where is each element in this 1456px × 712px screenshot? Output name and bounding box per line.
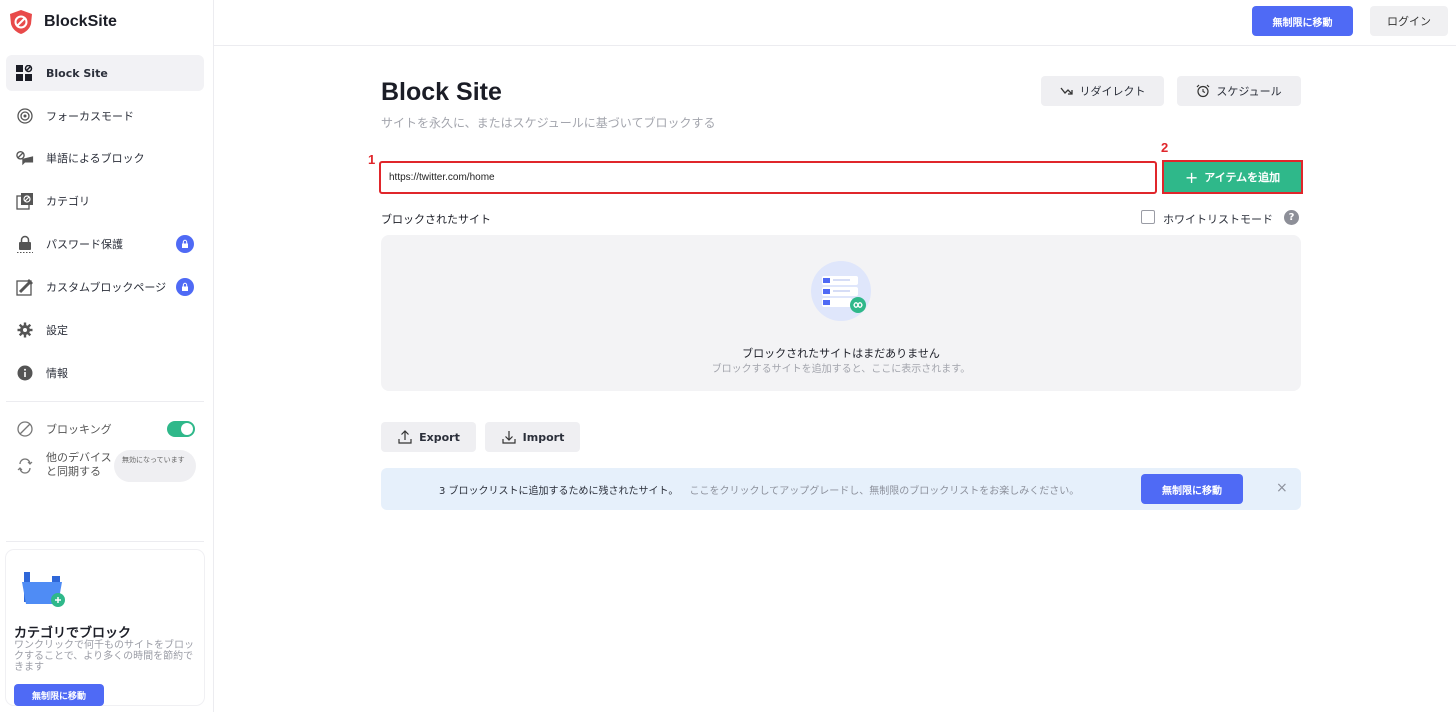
sidebar-divider <box>6 541 204 542</box>
download-icon <box>502 431 516 444</box>
redirect-label: リダイレクト <box>1079 85 1146 98</box>
sidebar-item-label: パスワード保護 <box>46 238 123 251</box>
redirect-arrow-icon <box>1059 87 1073 95</box>
sidebar-item-label: 設定 <box>46 324 68 337</box>
page-subtitle: サイトを永久に、またはスケジュールに基づいてブロックする <box>381 116 716 130</box>
redirect-button[interactable]: リダイレクト <box>1041 76 1164 106</box>
upgrade-button[interactable]: 無制限に移動 <box>1252 6 1353 36</box>
sidebar-divider <box>6 401 204 402</box>
help-icon[interactable]: ? <box>1284 210 1299 225</box>
empty-state-subtitle: ブロックするサイトを追加すると、ここに表示されます。 <box>711 364 971 375</box>
premium-lock-icon <box>176 278 194 296</box>
import-label: Import <box>522 430 565 444</box>
upgrade-banner: 3 ブロックリストに追加するために残されたサイト。 ここをクリックしてアップグレ… <box>381 468 1301 510</box>
sidebar-item-focus-mode[interactable]: フォーカスモード <box>6 98 204 134</box>
promo-upgrade-button[interactable]: 無制限に移動 <box>14 684 104 706</box>
schedule-button[interactable]: スケジュール <box>1177 76 1301 106</box>
sidebar-item-settings[interactable]: 設定 <box>6 312 204 348</box>
step-marker-2: 2 <box>1161 140 1169 155</box>
focus-target-icon <box>16 107 34 125</box>
import-button[interactable]: Import <box>485 422 580 452</box>
sidebar-item-word-block[interactable]: 単語によるブロック <box>6 140 204 176</box>
banner-message: 3 ブロックリストに追加するために残されたサイト。 <box>439 486 679 497</box>
banner-upgrade-link[interactable]: ここをクリックしてアップグレードし、無制限のブロックリストをお楽しみください。 <box>690 486 1080 497</box>
folder-add-icon <box>22 570 65 607</box>
block-site-icon <box>16 64 34 82</box>
shield-logo-icon <box>10 10 32 34</box>
password-lock-icon <box>16 235 34 253</box>
sidebar-item-label: 単語によるブロック <box>46 152 145 165</box>
banner-text: 3 ブロックリストに追加するために残されたサイト。 ここをクリックしてアップグレ… <box>439 482 1079 497</box>
sidebar-item-label: フォーカスモード <box>46 110 134 123</box>
page-title: Block Site <box>381 78 502 106</box>
premium-lock-icon <box>176 235 194 253</box>
sidebar-item-label: Block Site <box>46 66 108 80</box>
category-promo-card: カテゴリでブロック ワンクリックで何千ものサイトをブロックすることで、より多くの… <box>6 550 204 706</box>
step-marker-1: 1 <box>368 152 376 167</box>
upload-icon <box>398 430 412 444</box>
app-name: BlockSite <box>44 13 117 30</box>
header-divider <box>214 45 1456 46</box>
blocking-toggle[interactable] <box>167 421 195 437</box>
sidebar-item-password[interactable]: パスワード保護 <box>6 226 204 262</box>
sidebar-item-info[interactable]: 情報 <box>6 355 204 391</box>
custom-page-icon <box>16 278 34 296</box>
category-icon <box>16 192 34 210</box>
promo-description: ワンクリックで何千ものサイトをブロックすることで、より多くの時間を節約できます <box>14 640 194 673</box>
export-label: Export <box>419 430 460 444</box>
info-icon <box>16 364 34 382</box>
blocked-sites-empty-state: ブロックされたサイトはまだありません ブロックするサイトを追加すると、ここに表示… <box>381 235 1301 391</box>
banner-upgrade-button[interactable]: 無制限に移動 <box>1141 474 1243 504</box>
sync-label: 他のデバイス と同期する <box>46 451 112 478</box>
sidebar-item-label: カテゴリ <box>46 195 90 208</box>
empty-list-illustration-icon <box>811 261 871 321</box>
empty-state-title: ブロックされたサイトはまだありません <box>742 347 940 360</box>
export-button[interactable]: Export <box>381 422 476 452</box>
sidebar-item-label: 情報 <box>46 367 68 380</box>
promo-title: カテゴリでブロック <box>14 626 132 641</box>
add-item-label: アイテムを追加 <box>1204 171 1281 184</box>
sidebar-item-label: カスタムブロックページ <box>46 281 167 294</box>
word-block-icon <box>16 149 34 167</box>
sidebar-item-category[interactable]: カテゴリ <box>6 183 204 219</box>
url-input[interactable] <box>379 161 1157 194</box>
gear-icon <box>16 321 34 339</box>
login-button[interactable]: ログイン <box>1370 6 1448 36</box>
schedule-label: スケジュール <box>1216 85 1282 98</box>
sidebar: BlockSite Block Site フォーカスモード 単語によるブロック … <box>0 0 214 712</box>
sidebar-item-custom-page[interactable]: カスタムブロックページ <box>6 269 204 305</box>
whitelist-label: ホワイトリストモード <box>1163 213 1273 226</box>
blocked-sites-heading: ブロックされたサイト <box>381 213 491 226</box>
blocking-label: ブロッキング <box>46 423 112 436</box>
app-logo[interactable]: BlockSite <box>8 8 117 36</box>
sync-status-badge: 無効になっています <box>114 450 196 482</box>
add-item-button[interactable]: + アイテムを追加 <box>1162 160 1303 194</box>
plus-icon: + <box>1184 167 1199 187</box>
sidebar-item-block-site[interactable]: Block Site <box>6 55 204 91</box>
close-icon[interactable]: × <box>1276 480 1288 496</box>
blocking-icon <box>16 420 34 438</box>
alarm-clock-icon <box>1196 84 1210 98</box>
whitelist-checkbox[interactable] <box>1141 210 1155 224</box>
sync-icon <box>16 457 34 475</box>
